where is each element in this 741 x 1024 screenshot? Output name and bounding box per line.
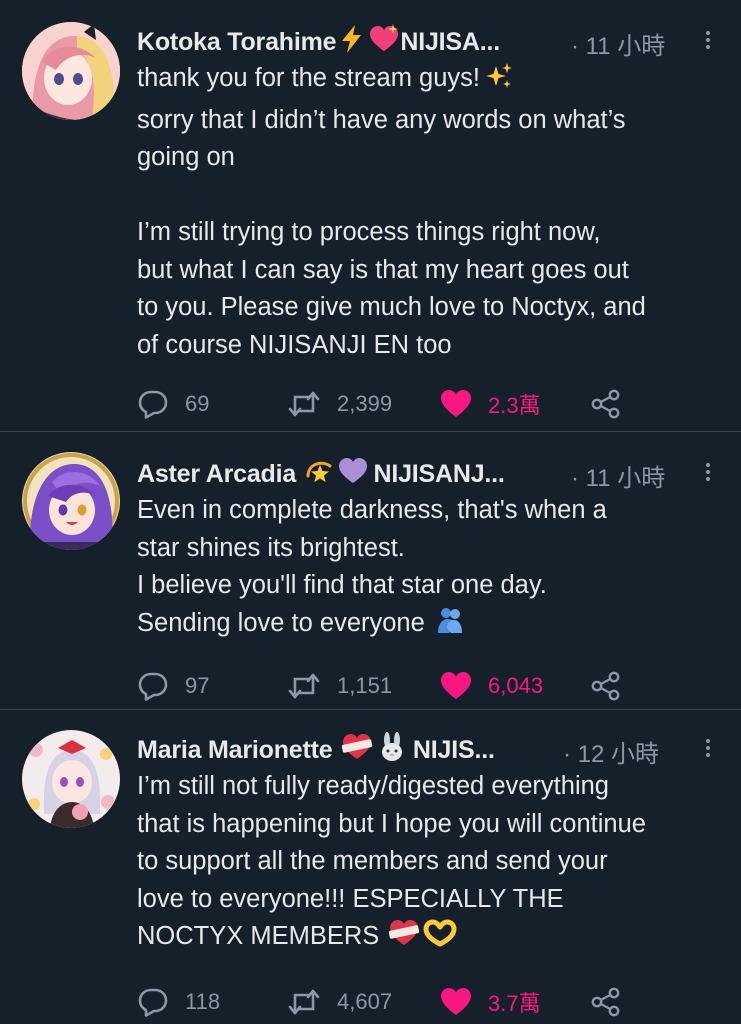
tweet-text-line: love to everyone!!! ESPECIALLY THE: [137, 884, 564, 913]
retweet-icon: [288, 673, 320, 699]
tweet-text-line: I’m still trying to process things right…: [137, 218, 601, 246]
share-icon: [591, 671, 620, 701]
reply-icon: [138, 390, 168, 419]
retweet-button[interactable]: 2,399: [287, 386, 392, 422]
tweet[interactable]: Maria Marionette NIJIS... · 12 小時 I’m st…: [0, 710, 741, 1024]
retweet-count: 2,399: [337, 391, 393, 416]
tweet-text-line: to support all the members and send your: [137, 847, 608, 875]
tweet-text: Even in complete darkness, that's when a…: [137, 492, 727, 646]
retweet-count: 4,607: [337, 988, 393, 1014]
purple-heart-emoji: [337, 456, 369, 491]
display-name-suffix[interactable]: NIJISANJ...: [374, 460, 505, 488]
more-options-icon[interactable]: [703, 460, 713, 484]
reply-icon: [138, 988, 168, 1017]
tweet[interactable]: Kotoka Torahime NIJISA... · 11 小時 thank y…: [0, 0, 741, 432]
avatar[interactable]: [22, 730, 120, 828]
tweet-text-line: thank you for the stream guys!: [137, 60, 727, 102]
timestamp[interactable]: · 12 小時: [563, 734, 659, 769]
display-name[interactable]: Maria Marionette: [137, 736, 333, 764]
share-button[interactable]: [590, 386, 638, 422]
tweet-text-line: to you. Please give much love to Noctyx,…: [137, 293, 646, 321]
people-hugging-emoji: [435, 605, 465, 647]
display-name[interactable]: Aster Arcadia: [137, 460, 296, 488]
retweet-button[interactable]: 1,151: [287, 668, 392, 704]
tweet-header: Aster Arcadia NIJISANJ... · 11 小時: [137, 456, 727, 492]
tweet-text-line: Sending love to everyone: [137, 605, 727, 647]
more-options-icon[interactable]: [703, 28, 713, 52]
tweet-header: Maria Marionette NIJIS... · 12 小時: [137, 732, 727, 768]
tweet-text: thank you for the stream guys! sorry tha…: [137, 60, 727, 364]
lightning-emoji: [337, 24, 367, 59]
tweet-text-line: Even in complete darkness, that's when a: [137, 496, 607, 524]
share-button[interactable]: [590, 668, 638, 704]
tweet-text-line: that is happening but I hope you will co…: [137, 809, 646, 838]
tweet-text-line: I’m still not fully ready/digested every…: [137, 772, 609, 800]
tweet-text-line: but what I can say is that my heart goes…: [137, 255, 629, 284]
display-name-suffix[interactable]: NIJISA...: [400, 28, 500, 56]
avatar[interactable]: [22, 22, 120, 120]
retweet-icon: [288, 989, 320, 1014]
reply-count: 97: [185, 673, 210, 698]
heart-filled-icon: [441, 390, 471, 417]
tweet[interactable]: Aster Arcadia NIJISANJ... · 11 小時 Even i…: [0, 432, 741, 710]
more-options-icon[interactable]: [703, 736, 713, 760]
like-count: 6,043: [488, 673, 544, 698]
sparkling-heart-emoji: [368, 24, 400, 59]
tweet-actions: 69 2,399 2.3萬: [137, 386, 727, 422]
mending-heart-emoji: [387, 918, 421, 960]
reply-button[interactable]: 97: [137, 668, 209, 704]
retweet-count: 1,151: [337, 673, 393, 698]
tweet-text-line: going on: [137, 143, 235, 171]
display-name[interactable]: Kotoka Torahime: [137, 28, 337, 56]
like-count: 3.7萬: [488, 990, 541, 1016]
reply-button[interactable]: 69: [137, 386, 209, 422]
like-button[interactable]: 6,043: [440, 668, 543, 704]
reply-count: 118: [185, 988, 221, 1014]
sparkles-emoji: [484, 62, 514, 102]
tweet-text-line: star shines its brightest.: [137, 533, 405, 562]
timestamp[interactable]: · 11 小時: [571, 458, 665, 493]
tweet-actions: 97 1,151 6,043: [137, 668, 727, 704]
reply-icon: [138, 672, 168, 701]
like-count: 2.3萬: [488, 393, 541, 418]
like-button[interactable]: 3.7萬: [440, 984, 541, 1020]
tweet-text-line: I believe you'll find that star one day.: [137, 571, 547, 599]
retweet-icon: [288, 391, 320, 417]
tweet-text-line: sorry that I didn’t have any words on wh…: [137, 105, 626, 134]
share-icon: [591, 987, 620, 1016]
heart-filled-icon: [441, 672, 471, 699]
reply-button[interactable]: 118: [137, 984, 220, 1020]
avatar[interactable]: [22, 452, 120, 550]
share-icon: [591, 389, 620, 419]
retweet-button[interactable]: 4,607: [287, 984, 392, 1020]
like-button[interactable]: 2.3萬: [440, 386, 541, 422]
tweet-text-line: of course NIJISANJI EN too: [137, 330, 452, 359]
display-name-suffix[interactable]: NIJIS...: [413, 736, 495, 764]
reply-count: 69: [185, 391, 210, 416]
heart-filled-icon: [441, 987, 471, 1015]
tweet-text: I’m still not fully ready/digested every…: [137, 768, 727, 960]
mending-heart-emoji: [340, 732, 374, 767]
tweet-text-line: NOCTYX MEMBERS: [137, 918, 727, 960]
tweet-header: Kotoka Torahime NIJISA... · 11 小時: [137, 24, 727, 60]
tweet-actions: 118 4,607 3.7萬: [137, 984, 727, 1020]
dizzy-star-emoji: [304, 456, 336, 491]
share-button[interactable]: [590, 984, 638, 1020]
timestamp[interactable]: · 11 小時: [571, 26, 665, 61]
heart-hands-emoji: [423, 918, 457, 960]
rabbit-emoji: [376, 732, 408, 767]
